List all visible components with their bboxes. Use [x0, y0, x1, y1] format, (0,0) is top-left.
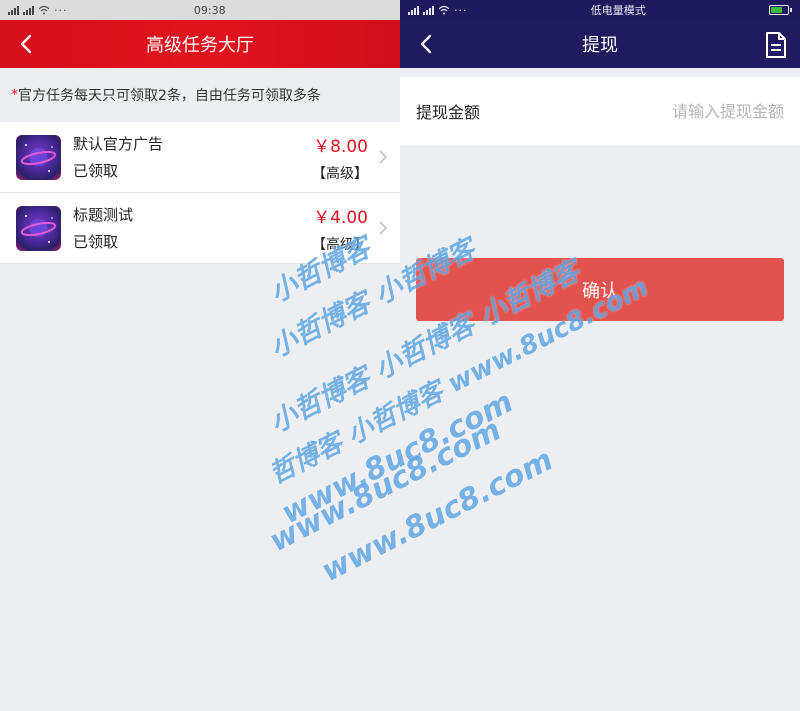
more-dots: ··· [54, 3, 68, 17]
stage: ··· 09:38 高级任务大厅 * 官方任务每天只可领取2条，自由任务可领取多… [0, 0, 800, 711]
task-level: 【高级】 [312, 236, 368, 253]
header-bar: 高级任务大厅 [0, 20, 400, 68]
required-star: * [11, 87, 18, 103]
status-icons: ··· [408, 4, 468, 17]
task-title: 默认官方广告 [73, 135, 164, 153]
withdraw-amount-label: 提现金额 [416, 103, 481, 122]
status-bar: ··· 09:38 [0, 0, 400, 20]
task-price: ￥8.00 [313, 136, 368, 157]
planet-app-icon [16, 205, 61, 251]
task-row[interactable]: 标题测试 已领取 ￥4.00 【高级】 [0, 193, 400, 264]
task-list: 默认官方广告 已领取 ￥8.00 【高级】 标题测试 已领取 ￥4.00 【高级… [0, 122, 400, 264]
withdraw-screen: ··· 低电量模式 提现 提现金额 请输入提现金额 确认 [400, 0, 800, 711]
back-button[interactable] [410, 28, 442, 60]
back-button[interactable] [10, 28, 42, 60]
task-level: 【高级】 [312, 165, 368, 182]
status-icons: ··· [8, 4, 68, 17]
chevron-right-icon [379, 221, 387, 235]
task-title: 标题测试 [73, 206, 134, 224]
records-button[interactable] [762, 30, 790, 60]
signal-icon [23, 5, 34, 15]
withdraw-amount-input[interactable] [564, 101, 784, 121]
clock: 09:38 [193, 3, 226, 17]
wifi-icon [38, 5, 50, 15]
page-title: 提现 [582, 35, 618, 56]
chevron-left-icon [20, 34, 32, 54]
status-bar: ··· 低电量模式 [400, 0, 800, 20]
task-price: ￥4.00 [313, 207, 368, 228]
notice-text: * 官方任务每天只可领取2条，自由任务可领取多条 [0, 68, 400, 122]
confirm-button[interactable]: 确认 [416, 258, 784, 321]
more-dots: ··· [454, 3, 468, 17]
signal-icon [423, 5, 434, 15]
battery-icon [769, 5, 792, 15]
withdraw-amount-row: 提现金额 [400, 77, 800, 145]
task-status: 已领取 [73, 233, 119, 251]
chevron-right-icon [379, 150, 387, 164]
page-title: 高级任务大厅 [146, 35, 254, 56]
document-icon [766, 32, 786, 58]
header-bar: 提现 [400, 20, 800, 68]
low-power-mode-label: 低电量模式 [590, 4, 646, 17]
chevron-left-icon [420, 34, 432, 54]
signal-icon [8, 5, 19, 15]
task-hall-screen: ··· 09:38 高级任务大厅 * 官方任务每天只可领取2条，自由任务可领取多… [0, 0, 400, 711]
wifi-icon [438, 5, 450, 15]
signal-icon [408, 5, 419, 15]
task-status: 已领取 [73, 162, 119, 180]
notice-message: 官方任务每天只可领取2条，自由任务可领取多条 [18, 88, 321, 104]
planet-app-icon [16, 134, 61, 180]
task-row[interactable]: 默认官方广告 已领取 ￥8.00 【高级】 [0, 122, 400, 193]
